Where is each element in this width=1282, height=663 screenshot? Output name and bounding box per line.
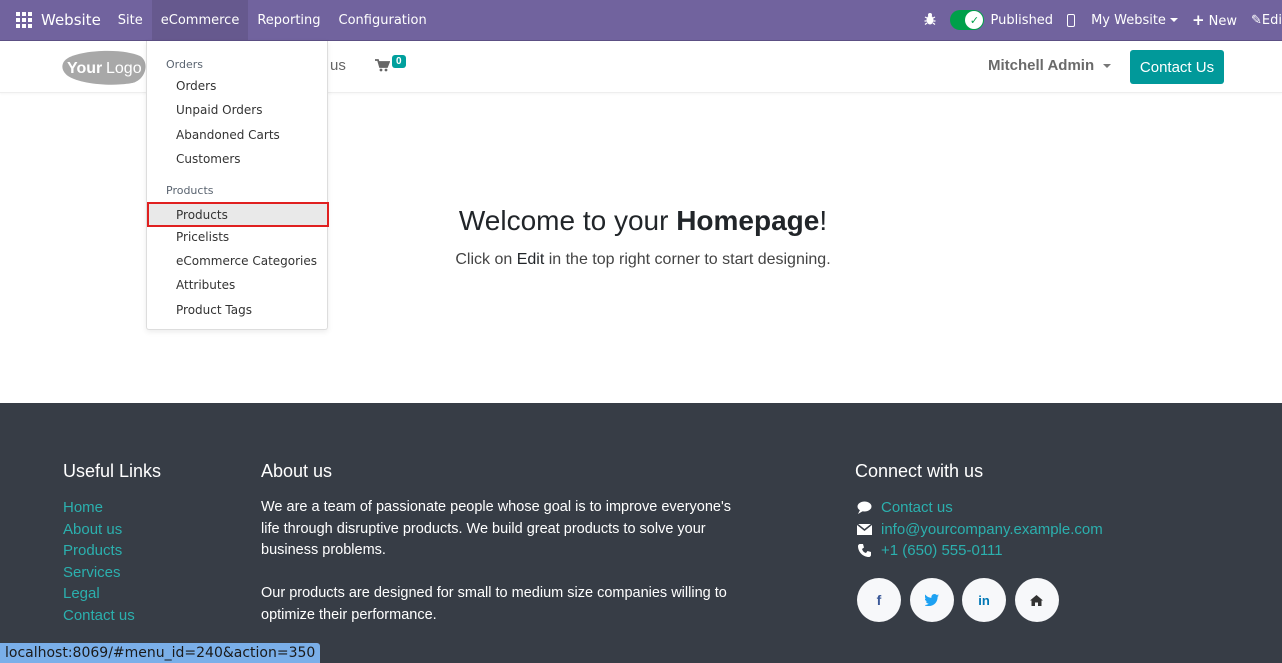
- footer-about-paragraph: We are a team of passionate people whose…: [261, 499, 731, 559]
- dropdown-item-ecommerce-categories[interactable]: eCommerce Categories: [147, 250, 327, 272]
- menu-configuration[interactable]: Configuration: [330, 0, 436, 40]
- apps-grid-icon[interactable]: [16, 12, 32, 28]
- svg-text:Your: Your: [67, 60, 102, 77]
- hero-sub-bold: Edit: [516, 251, 545, 268]
- footer-link-about-us[interactable]: About us: [63, 519, 161, 541]
- caret-down-icon: [1169, 18, 1178, 22]
- mobile-preview-icon[interactable]: [1067, 13, 1076, 27]
- footer-phone-link[interactable]: +1 (650) 555-0111: [881, 540, 1003, 562]
- dropdown-item-products[interactable]: Products: [147, 202, 329, 227]
- dropdown-item-customers[interactable]: Customers: [147, 148, 327, 170]
- published-label[interactable]: Published: [990, 13, 1053, 28]
- envelope-icon: [855, 523, 873, 535]
- cart-icon[interactable]: [375, 59, 391, 76]
- admin-navbar: Website Site eCommerce Reporting Configu…: [0, 0, 1282, 41]
- check-icon: ✓: [965, 11, 984, 29]
- app-name[interactable]: Website: [41, 11, 101, 29]
- footer-link-legal[interactable]: Legal: [63, 583, 161, 605]
- new-button[interactable]: + New: [1192, 11, 1237, 29]
- footer-link-contact-us[interactable]: Contact us: [63, 605, 161, 627]
- menu-site[interactable]: Site: [109, 0, 152, 40]
- nav-link-about-us[interactable]: us: [330, 57, 346, 74]
- footer-contact-link[interactable]: Contact us: [881, 497, 953, 519]
- dropdown-item-product-tags[interactable]: Product Tags: [147, 299, 327, 321]
- footer-about-paragraph: Our products are designed for small to m…: [261, 585, 727, 623]
- bug-icon[interactable]: [924, 12, 936, 29]
- new-button-label: New: [1208, 14, 1238, 29]
- dropdown-item-pricelists[interactable]: Pricelists: [147, 226, 327, 248]
- footer-link-home[interactable]: Home: [63, 497, 161, 519]
- linkedin-icon[interactable]: in: [962, 578, 1006, 622]
- website-selector[interactable]: My Website: [1091, 13, 1178, 28]
- footer-connect-title: Connect with us: [855, 461, 984, 481]
- plus-icon: +: [1191, 11, 1205, 29]
- hero-sub-prefix: Click on: [455, 251, 517, 268]
- dropdown-section-orders: Orders: [166, 58, 203, 71]
- home-icon[interactable]: [1014, 578, 1059, 622]
- facebook-icon[interactable]: f: [857, 578, 901, 622]
- hero-title-prefix: Welcome to your: [458, 205, 677, 236]
- caret-down-icon: [1103, 63, 1112, 68]
- footer-link-products[interactable]: Products: [63, 540, 161, 562]
- footer-about: About us We are a team of passionate peo…: [261, 461, 741, 627]
- user-menu[interactable]: Mitchell Admin: [988, 57, 1112, 74]
- footer-useful-links: Useful Links Home About us Products Serv…: [63, 461, 161, 627]
- svg-text:Logo: Logo: [106, 60, 142, 77]
- dropdown-section-products: Products: [166, 184, 214, 197]
- menu-ecommerce[interactable]: eCommerce: [151, 0, 249, 40]
- website-selector-label: My Website: [1091, 12, 1166, 28]
- dropdown-item-attributes[interactable]: Attributes: [147, 274, 327, 296]
- edit-button[interactable]: ✎Edi: [1251, 13, 1282, 28]
- phone-icon: [855, 544, 873, 558]
- dropdown-item-abandoned-carts[interactable]: Abandoned Carts: [147, 124, 327, 146]
- hero-title-bold: Homepage: [676, 205, 820, 236]
- comment-icon: [855, 501, 873, 515]
- pencil-icon: ✎: [1251, 12, 1262, 28]
- footer: Useful Links Home About us Products Serv…: [0, 403, 1282, 663]
- menu-reporting[interactable]: Reporting: [248, 0, 329, 40]
- footer-connect: Connect with us Contact us info@yourcomp…: [855, 461, 1103, 562]
- cart-count-badge: 0: [392, 55, 406, 68]
- dropdown-item-orders[interactable]: Orders: [147, 75, 327, 97]
- dropdown-item-unpaid-orders[interactable]: Unpaid Orders: [147, 99, 327, 121]
- company-logo[interactable]: Your Logo: [62, 50, 146, 86]
- social-links: f in: [857, 578, 1067, 622]
- footer-link-services[interactable]: Services: [63, 562, 161, 584]
- contact-us-button[interactable]: Contact Us: [1130, 50, 1224, 84]
- publish-toggle[interactable]: ✓: [950, 10, 985, 30]
- status-bar-url: localhost:8069/#menu_id=240&action=350: [0, 643, 321, 663]
- edit-button-label: Edi: [1261, 12, 1282, 28]
- hero-title-suffix: !: [819, 205, 828, 236]
- footer-useful-links-title: Useful Links: [63, 461, 162, 481]
- twitter-icon[interactable]: [909, 578, 954, 622]
- footer-about-title: About us: [261, 461, 333, 481]
- footer-email-link[interactable]: info@yourcompany.example.com: [881, 519, 1103, 541]
- user-name: Mitchell Admin: [988, 57, 1095, 74]
- ecommerce-dropdown-menu: Orders Orders Unpaid Orders Abandoned Ca…: [146, 41, 329, 330]
- hero-sub-suffix: in the top right corner to start designi…: [544, 251, 831, 268]
